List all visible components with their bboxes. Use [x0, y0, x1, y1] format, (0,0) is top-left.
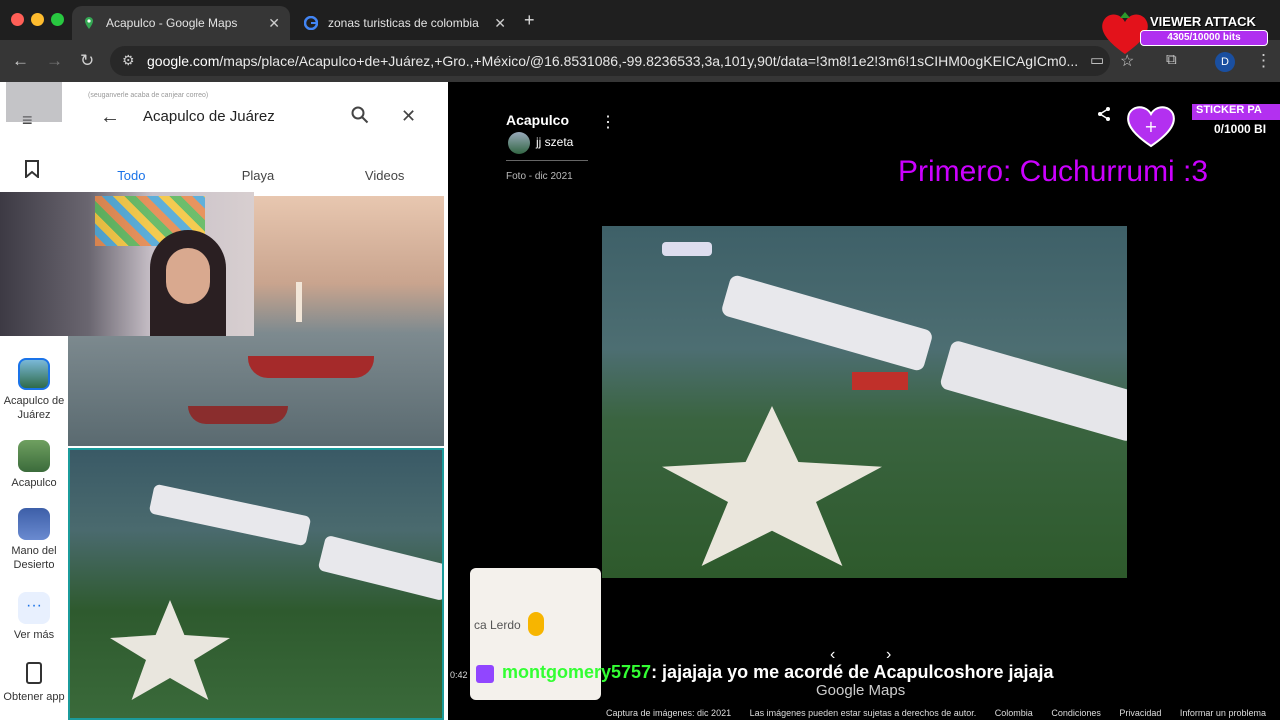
maps-pin-icon: [82, 16, 96, 30]
place-title: Acapulco: [506, 112, 570, 128]
new-tab-icon[interactable]: +: [524, 10, 535, 31]
tab-playa[interactable]: Playa: [195, 154, 322, 194]
purple-heart-icon: +: [1127, 106, 1175, 148]
author-name[interactable]: jj szeta: [536, 135, 573, 149]
star-fort-shape: [662, 406, 882, 566]
viewer-attack-bar: 4305/10000 bits: [1140, 30, 1268, 46]
cruise-ship-shape: [720, 273, 934, 373]
capture-date-text: Captura de imágenes: dic 2021: [606, 708, 732, 718]
place-thumbnail-icon: [18, 358, 50, 390]
cruise-ship-shape: [148, 483, 312, 547]
more-options-icon[interactable]: ⋮: [600, 112, 616, 132]
viewer-attack-label: VIEWER ATTACK: [1150, 14, 1256, 29]
footer-link-condiciones[interactable]: Condiciones: [1051, 708, 1101, 718]
star-fort-shape: [110, 600, 230, 700]
phone-icon: [26, 662, 42, 684]
rail-item-obtener-app[interactable]: Obtener app: [0, 662, 68, 704]
main-photo[interactable]: [602, 226, 1127, 578]
address-bar[interactable]: ⚙ google.com/maps/place/Acapulco+de+Juár…: [110, 46, 1110, 76]
chat-line: montgomery5757: jajajaja yo me acordé de…: [502, 662, 1054, 683]
tab-google-maps[interactable]: Acapulco - Google Maps ✕: [72, 6, 290, 40]
webcam-overlay: [0, 192, 254, 336]
reload-icon[interactable]: ↻: [80, 51, 94, 71]
close-tab-icon[interactable]: ✕: [494, 15, 506, 32]
pegman-icon[interactable]: [528, 612, 544, 636]
maximize-window-button[interactable]: [51, 13, 64, 26]
back-arrow-icon[interactable]: ←: [12, 51, 29, 71]
search-icon[interactable]: [351, 106, 369, 129]
chat-time: 0:42: [450, 670, 468, 680]
google-logo-icon: [303, 15, 319, 31]
footer-link-colombia[interactable]: Colombia: [995, 708, 1033, 718]
share-icon[interactable]: [1096, 106, 1112, 127]
first-follower-text: Primero: Cuchurrumi :3: [898, 155, 1209, 188]
search-input[interactable]: Acapulco de Juárez: [143, 108, 275, 125]
photo-date: Foto - dic 2021: [506, 171, 573, 182]
stream-logo-thumb: [6, 82, 62, 122]
chat-username: montgomery5757: [502, 662, 652, 682]
extensions-icon[interactable]: ⧉: [1166, 51, 1177, 68]
streamer-face: [166, 248, 210, 304]
red-roof-shape: [852, 372, 908, 390]
author-avatar[interactable]: [508, 132, 530, 154]
email-hint-text: (seuganverle acaba de canjear correo): [88, 92, 209, 99]
saved-bookmark-icon[interactable]: [24, 160, 40, 183]
site-settings-icon[interactable]: ⚙: [122, 52, 135, 69]
maps-side-panel: ≡ Acapulco de Juárez Acapulco Mano del D…: [0, 82, 448, 720]
footer-link-privacidad[interactable]: Privacidad: [1119, 708, 1161, 718]
cruise-ship-shape: [938, 339, 1127, 443]
browser-toolbar: ← → ↻ ⚙ google.com/maps/place/Acapulco+d…: [0, 40, 1280, 82]
maps-left-rail: ≡ Acapulco de Juárez Acapulco Mano del D…: [0, 82, 68, 720]
minimize-window-button[interactable]: [31, 13, 44, 26]
menu-kebab-icon[interactable]: ⋮: [1255, 51, 1272, 71]
place-thumbnail-icon: [18, 508, 50, 540]
tab-todo[interactable]: Todo: [68, 154, 195, 194]
rail-item-acapulco[interactable]: Acapulco: [0, 440, 68, 490]
copyright-text: Las imágenes pueden estar sujetas a dere…: [749, 708, 977, 718]
twitch-icon: [476, 665, 494, 683]
sticker-label: STICKER PA: [1192, 104, 1280, 120]
divider: [506, 160, 588, 161]
google-maps-watermark: Google Maps: [816, 682, 906, 699]
rail-item-ver-mas[interactable]: ··· Ver más: [0, 592, 68, 642]
close-window-button[interactable]: [11, 13, 24, 26]
boat-shape: [248, 356, 374, 378]
small-ship-shape: [662, 242, 712, 256]
profile-avatar[interactable]: D: [1215, 52, 1235, 72]
boat-shape: [188, 406, 288, 424]
chat-message: : jajajaja yo me acordé de Acapulcoshore…: [651, 662, 1054, 682]
minimap-label: ca Lerdo: [474, 618, 521, 632]
place-thumbnail-icon: [18, 440, 50, 472]
close-tab-icon[interactable]: ✕: [268, 15, 280, 32]
rail-item-acapulco-de-juarez[interactable]: Acapulco de Juárez: [0, 358, 68, 422]
more-dots-icon: ···: [18, 592, 50, 624]
footer-link-report[interactable]: Informar un problema: [1180, 708, 1266, 718]
browser-tab-bar: Acapulco - Google Maps ✕ zonas turistica…: [0, 0, 1280, 40]
tab-videos[interactable]: Videos: [321, 154, 448, 194]
photo-aerial-fort[interactable]: [68, 448, 444, 720]
rail-item-mano-del-desierto[interactable]: Mano del Desierto: [0, 508, 68, 572]
forward-arrow-icon[interactable]: →: [46, 51, 63, 71]
viewer-attack-widget: VIEWER ATTACK 4305/10000 bits: [1100, 6, 1275, 54]
svg-text:+: +: [1144, 117, 1157, 136]
close-icon[interactable]: ✕: [401, 106, 416, 127]
lighthouse-shape: [296, 282, 302, 322]
tab-title: zonas turisticas de colombia: [328, 16, 479, 30]
url-text: google.com/maps/place/Acapulco+de+Juárez…: [147, 53, 1079, 69]
cruise-ship-shape: [317, 534, 442, 602]
sticker-widget: + STICKER PA 0/1000 BI: [1124, 104, 1280, 148]
back-arrow-icon[interactable]: ←: [100, 106, 120, 129]
tab-zonas-turisticas[interactable]: zonas turisticas de colombia ✕: [294, 6, 516, 40]
photo-filter-tabs: Todo Playa Videos: [68, 154, 448, 194]
tab-title: Acapulco - Google Maps: [106, 16, 238, 30]
viewer-footer: Captura de imágenes: dic 2021 Las imágen…: [606, 708, 1280, 718]
sticker-progress: 0/1000 BI: [1214, 122, 1267, 136]
